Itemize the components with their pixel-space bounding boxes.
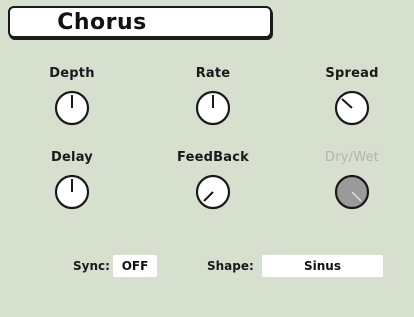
feedback-knob[interactable] (195, 174, 231, 210)
title-panel: Chorus (8, 6, 272, 38)
delay-knob[interactable] (54, 174, 90, 210)
feedback-knob-graphic (195, 174, 231, 210)
spread-label: Spread (325, 66, 379, 81)
sync-field[interactable]: OFF (113, 255, 157, 277)
depth-knob[interactable] (54, 90, 90, 126)
spread-knob-graphic (334, 90, 370, 126)
drywet-knob-graphic (334, 174, 370, 210)
delay-label: Delay (51, 150, 93, 165)
drywet-knob (334, 174, 370, 210)
feedback-label: FeedBack (177, 150, 249, 165)
depth-label: Depth (49, 66, 95, 81)
rate-knob-graphic (195, 90, 231, 126)
sync-label: Sync: (73, 259, 110, 273)
spread-knob[interactable] (334, 90, 370, 126)
plugin-title: Chorus (57, 10, 147, 35)
rate-knob[interactable] (195, 90, 231, 126)
drywet-label: Dry/Wet (324, 150, 380, 165)
depth-knob-graphic (54, 90, 90, 126)
shape-label: Shape: (207, 259, 254, 273)
rate-label: Rate (195, 66, 231, 81)
delay-knob-graphic (54, 174, 90, 210)
shape-selector[interactable]: Sinus (262, 255, 383, 277)
